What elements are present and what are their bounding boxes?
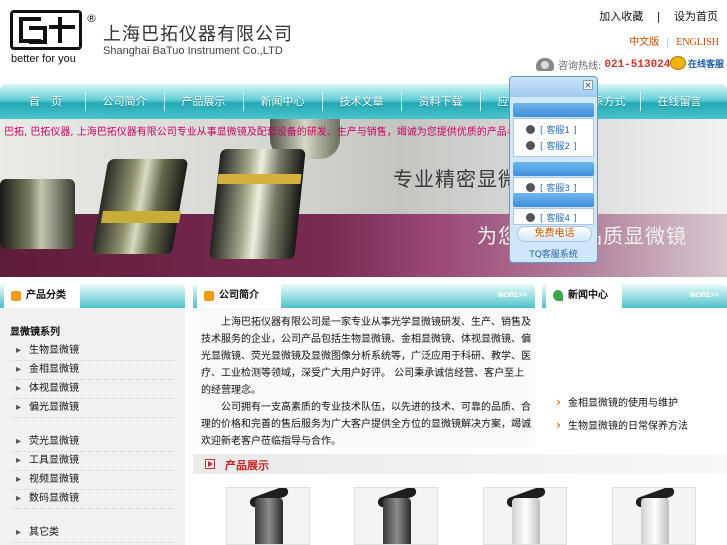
- lang-separator: |: [666, 37, 669, 48]
- set-homepage-link[interactable]: 设为首页: [674, 10, 718, 23]
- qq-icon: [526, 141, 535, 150]
- close-icon[interactable]: ×: [583, 80, 593, 91]
- nav-message[interactable]: 在线留言: [640, 84, 719, 119]
- objective-lens-image: [209, 149, 306, 259]
- scrolling-marquee[interactable]: 巴拓, 巴拓仪器, 上海巴拓仪器有限公司专业从事显微镜及配套设备的研发、生产与销…: [4, 123, 547, 138]
- qq-icon: [526, 125, 535, 134]
- category-item[interactable]: 视频显微镜: [12, 471, 175, 490]
- qq-icon: [526, 213, 535, 222]
- add-favorite-link[interactable]: 加入收藏: [599, 10, 643, 23]
- news-item[interactable]: 金相显微镜的使用与维护: [556, 394, 678, 409]
- speaker-icon: [11, 291, 21, 301]
- top-links-separator: |: [656, 10, 661, 23]
- language-switcher: 中文版 | ENGLISH: [629, 33, 719, 48]
- product-thumbnail[interactable]: [612, 487, 696, 545]
- nav-about[interactable]: 公司简介: [85, 84, 164, 119]
- tq-chat-widget[interactable]: × [ 客服1 ] [ 客服2 ] [ 客服3 ] [ 客服4 ] 免费电话 T…: [509, 76, 598, 263]
- customer-service-icon: [670, 56, 686, 70]
- intro-paragraph-1: 上海巴拓仪器有限公司是一家专业从事光学显微镜研发、生产、销售及技术服务的企业，公…: [201, 317, 531, 396]
- company-logo[interactable]: [10, 10, 82, 50]
- right-column-tab: 新闻中心: [546, 284, 622, 308]
- left-column-header: 产品分类: [0, 284, 185, 308]
- registered-mark: ®: [86, 12, 97, 25]
- slogan: better for you: [11, 53, 76, 65]
- tq-contact-panel: [ 客服1 ] [ 客服2 ]: [513, 118, 594, 157]
- right-column-header: 新闻中心 MORE>>: [542, 284, 727, 308]
- products-header: 产品展示: [193, 454, 727, 474]
- online-service-button[interactable]: 在线客服: [670, 56, 724, 70]
- company-name-cn: 上海巴拓仪器有限公司: [103, 24, 293, 45]
- left-column-tab: 产品分类: [4, 284, 80, 308]
- qq-icon: [526, 183, 535, 192]
- news-panel: 金相显微镜的使用与维护 生物显微镜的日常保养方法: [542, 308, 727, 448]
- category-heading: 显微镜系列: [10, 327, 60, 338]
- category-item[interactable]: 工具显微镜: [12, 452, 175, 471]
- product-thumbnail[interactable]: [354, 487, 438, 545]
- middle-column-title: 公司简介: [219, 290, 259, 301]
- lens-ring-decoration: [217, 174, 302, 184]
- company-name-en: Shanghai BaTuo Instrument Co.,LTD: [103, 45, 283, 57]
- tq-contact-panel: [ 客服4 ]: [513, 208, 594, 225]
- nav-products[interactable]: 产品展示: [164, 84, 243, 119]
- tq-contact-2[interactable]: [ 客服2 ]: [526, 139, 576, 152]
- arrow-right-icon: [205, 459, 215, 469]
- category-item[interactable]: 其它类: [12, 524, 175, 543]
- tq-group-header: [513, 193, 594, 207]
- middle-column-tab: 公司简介: [197, 284, 281, 308]
- site-header: ® better for you 上海巴拓仪器有限公司 Shanghai BaT…: [0, 0, 727, 82]
- hotline: 咨询热线: 021-51302436: [536, 57, 684, 72]
- company-intro-panel: 上海巴拓仪器有限公司是一家专业从事光学显微镜研发、生产、销售及技术服务的企业，公…: [193, 308, 535, 448]
- tq-chat-header[interactable]: ×: [510, 77, 597, 97]
- nav-downloads[interactable]: 资料下载: [401, 84, 480, 119]
- top-links: 加入收藏 | 设为首页: [594, 8, 723, 24]
- tq-group-header: [513, 103, 594, 117]
- phone-icon: [536, 58, 554, 71]
- nav-home[interactable]: 首 页: [6, 84, 85, 119]
- news-more-link[interactable]: MORE>>: [690, 292, 719, 299]
- logo-glyph-tuo: [49, 17, 75, 43]
- category-item[interactable]: 偏光显微镜: [12, 399, 175, 418]
- main-nav: 首 页 公司简介 产品展示 新闻中心 技术文章 资料下载 应用方案 联系方式 在…: [0, 84, 727, 119]
- objective-lens-image: [0, 179, 75, 249]
- lang-chinese-link[interactable]: 中文版: [629, 37, 659, 48]
- objective-lens-image: [91, 159, 189, 254]
- logo-glyph-ba: [19, 17, 47, 44]
- middle-column-header: 公司简介 MORE>>: [193, 284, 535, 308]
- lens-ring-decoration: [100, 211, 182, 223]
- nav-news[interactable]: 新闻中心: [243, 84, 322, 119]
- tq-contact-1[interactable]: [ 客服1 ]: [526, 123, 576, 136]
- category-item[interactable]: 生物显微镜: [12, 342, 175, 361]
- tq-group-header: [513, 162, 594, 176]
- product-category-sidebar: 显微镜系列 生物显微镜 金相显微镜 体视显微镜 偏光显微镜 荧光显微镜 工具显微…: [0, 308, 185, 545]
- nav-articles[interactable]: 技术文章: [322, 84, 401, 119]
- left-column-title: 产品分类: [26, 290, 66, 301]
- right-column-title: 新闻中心: [568, 290, 608, 301]
- category-item[interactable]: 体视显微镜: [12, 380, 175, 399]
- category-item[interactable]: 荧光显微镜: [12, 433, 175, 452]
- free-call-button[interactable]: 免费电话: [517, 226, 592, 242]
- tq-contact-4[interactable]: [ 客服4 ]: [526, 211, 576, 224]
- intro-text: 上海巴拓仪器有限公司是一家专业从事光学显微镜研发、生产、销售及技术服务的企业，公…: [201, 314, 531, 450]
- products-title[interactable]: 产品展示: [225, 457, 269, 473]
- product-thumbnail[interactable]: [226, 487, 310, 545]
- lang-english-link[interactable]: ENGLISH: [676, 37, 719, 48]
- speaker-icon: [204, 291, 214, 301]
- intro-paragraph-2: 公司拥有一支高素质的专业技术队伍，以先进的技术、可靠的品质、合理的价格和完善的售…: [201, 402, 531, 447]
- about-more-link[interactable]: MORE>>: [498, 292, 527, 299]
- hotline-label: 咨询热线:: [558, 61, 602, 72]
- news-item[interactable]: 生物显微镜的日常保养方法: [556, 417, 688, 432]
- hero-banner[interactable]: 巴拓, 巴拓仪器, 上海巴拓仪器有限公司专业从事显微镜及配套设备的研发、生产与销…: [0, 119, 727, 277]
- online-service-label: 在线客服: [688, 59, 725, 70]
- leaf-icon: [553, 290, 563, 301]
- tq-footer-label: TQ客服系统: [529, 250, 578, 260]
- category-item[interactable]: 数码显微镜: [12, 490, 175, 509]
- product-thumbnail[interactable]: [483, 487, 567, 545]
- category-item[interactable]: 金相显微镜: [12, 361, 175, 380]
